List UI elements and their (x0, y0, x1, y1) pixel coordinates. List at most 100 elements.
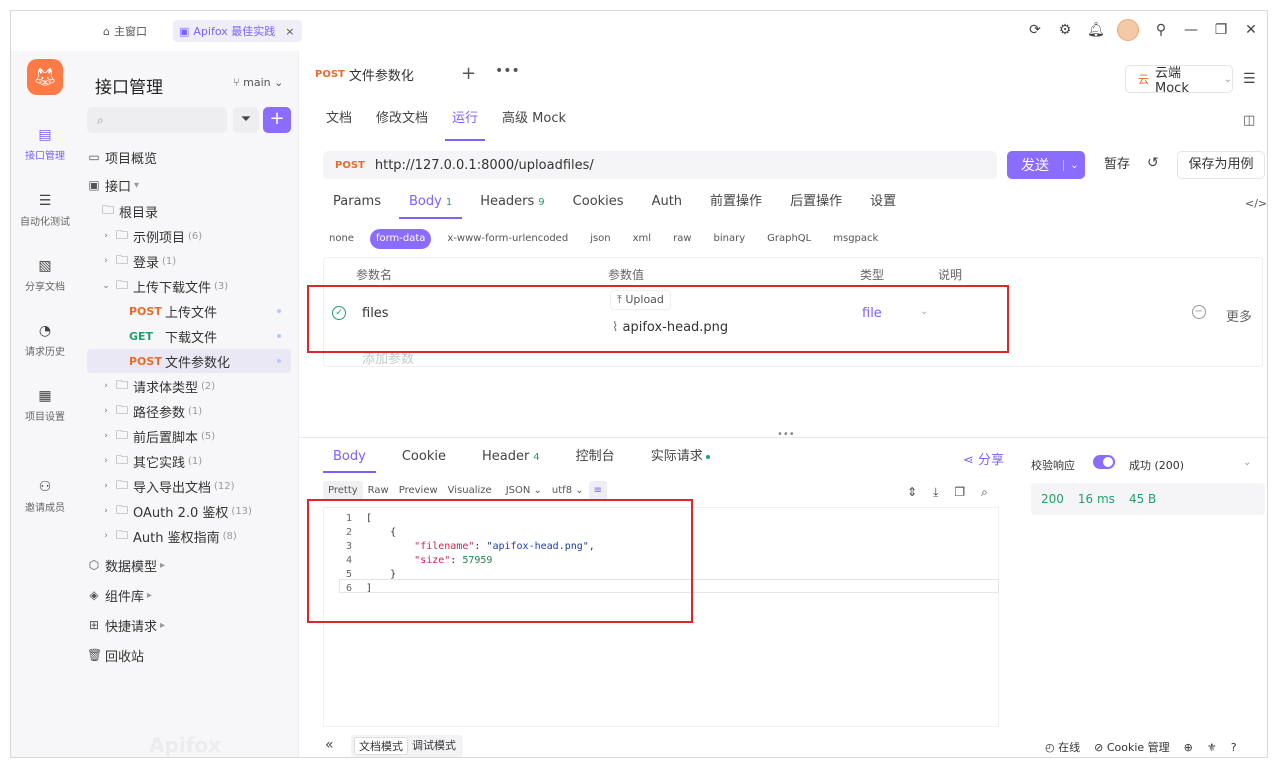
home-tab[interactable]: ⌂ 主窗口 (103, 20, 147, 42)
validate-status[interactable]: 成功 (200) (1129, 457, 1184, 473)
tree-endpoint[interactable]: GET 下载文件 (87, 324, 291, 348)
tab-actual-request[interactable]: 实际请求 (641, 443, 720, 473)
tree-item-overview[interactable]: ▭ 项目概览 (87, 145, 291, 169)
tree-endpoint[interactable]: POST 上传文件 (87, 299, 291, 323)
restore-icon[interactable]: ❐ (1213, 22, 1229, 38)
tab-console[interactable]: 控制台 (566, 443, 625, 473)
more-button[interactable]: 更多 (1226, 306, 1252, 325)
check-circle-icon[interactable]: ✓ (332, 306, 346, 320)
body-type-option[interactable]: json (584, 229, 616, 249)
expand-icon[interactable]: ⇕ (907, 485, 917, 500)
tab-cookies[interactable]: Cookies (563, 189, 634, 219)
tab-response-header[interactable]: Header 4 (472, 443, 550, 473)
cookie-manager[interactable]: ⊘ Cookie 管理 (1094, 739, 1170, 755)
online-status[interactable]: ◴ 在线 (1045, 739, 1080, 755)
close-window-icon[interactable]: ✕ (1243, 22, 1259, 38)
response-body-viewer[interactable]: 1[ 2 { 3 "filename": "apifox-head.png", … (323, 507, 999, 727)
tree-folder[interactable]: › 🗀︎ Auth 鉴权指南 (8) (87, 524, 291, 548)
save-as-case-button[interactable]: 保存为用例 (1177, 151, 1265, 179)
avatar[interactable] (1117, 19, 1139, 41)
tab-headers[interactable]: Headers 9 (470, 189, 554, 219)
tab-response-body[interactable]: Body (323, 443, 376, 473)
send-button[interactable]: 发送 ⌄ (1007, 151, 1085, 179)
shirt-icon[interactable]: ⚜ (1207, 741, 1217, 754)
tab-edit-doc[interactable]: 修改文档 (369, 105, 435, 141)
menu-icon[interactable]: ☰ (1243, 71, 1256, 87)
tree-endpoint-selected[interactable]: POST 文件参数化 (87, 349, 291, 373)
body-type-option[interactable]: x-www-form-urlencoded (441, 229, 574, 249)
mock-selector[interactable]: 云 云端 Mock ⌄ (1125, 65, 1233, 96)
copy-icon[interactable]: ❐ (954, 485, 965, 500)
branch-selector[interactable]: ⑂ main ⌄ (233, 76, 283, 89)
param-name[interactable]: files (362, 306, 389, 321)
view-mode-option[interactable]: Raw (363, 481, 394, 501)
body-type-option[interactable]: raw (667, 229, 697, 249)
tree-folder[interactable]: › 🗀︎ 导入导出文档 (12) (87, 474, 291, 498)
request-tab[interactable]: POST 文件参数化 (307, 59, 443, 91)
search-input[interactable]: ⌕ (87, 107, 227, 133)
body-type-option[interactable]: GraphQL (761, 229, 817, 249)
view-mode-option[interactable]: Preview (394, 481, 443, 501)
tree-item-trash[interactable]: 🗑︎ 回收站 (87, 643, 291, 667)
add-button[interactable]: + (263, 107, 291, 133)
tree-item-root[interactable]: 🗀︎ 根目录 (87, 199, 291, 223)
tab-auth[interactable]: Auth (642, 189, 692, 219)
sidebar-toggle-icon[interactable]: ◫ (1243, 113, 1255, 128)
tree-item-interface[interactable]: ▣ 接口 ▾ (87, 173, 291, 197)
remove-icon[interactable]: − (1192, 305, 1206, 319)
mode-debug[interactable]: 调试模式 (408, 737, 460, 755)
tree-folder[interactable]: › 🗀︎ 前后置脚本 (5) (87, 424, 291, 448)
body-type-option[interactable]: none (323, 229, 360, 249)
tree-folder[interactable]: › 🗀︎ 示例项目 (6) (87, 224, 291, 248)
help-icon[interactable]: ? (1231, 741, 1237, 754)
param-type[interactable]: file (862, 306, 882, 321)
refresh-icon[interactable]: ⟳ (1027, 22, 1043, 38)
code-icon[interactable]: </> (1245, 197, 1267, 210)
add-param-input[interactable]: 添加参数 (362, 348, 414, 367)
upload-button[interactable]: ⤒ Upload (610, 290, 671, 310)
tab-post-ops[interactable]: 后置操作 (780, 189, 852, 219)
close-tab-icon[interactable]: × (285, 25, 294, 38)
rail-item-api[interactable]: ▤ 接口管理 (11, 127, 79, 162)
chevron-down-icon[interactable]: ⌄ (1243, 457, 1251, 468)
tab-params[interactable]: Params (323, 189, 391, 219)
search-icon[interactable]: ⌕ (981, 485, 988, 500)
tab-settings[interactable]: 设置 (860, 189, 906, 219)
tree-item-quick-request[interactable]: ⊞ 快捷请求 ▸ (87, 613, 291, 637)
collapse-icon[interactable]: « (325, 737, 334, 753)
body-type-option[interactable]: xml (627, 229, 657, 249)
tree-folder[interactable]: › 🗀︎ 请求体类型 (2) (87, 374, 291, 398)
filter-button[interactable]: ⏷ (233, 107, 259, 133)
body-type-option-selected[interactable]: form-data (369, 229, 432, 249)
encoding-select[interactable]: utf8 ⌄ (547, 481, 589, 501)
pin-icon[interactable]: ⚲ (1153, 22, 1169, 38)
tab-run[interactable]: 运行 (445, 105, 486, 141)
view-mode-option[interactable]: Pretty (323, 481, 363, 501)
rail-item-invite[interactable]: ⚇ 邀请成员 (11, 479, 79, 514)
tree-folder[interactable]: › 🗀︎ 其它实践 (1) (87, 449, 291, 473)
validate-toggle[interactable] (1093, 455, 1115, 469)
mode-doc[interactable]: 文档模式 (354, 737, 408, 755)
gear-icon[interactable]: ⚙ (1057, 22, 1073, 38)
file-value[interactable]: ⌇ apifox-head.png (612, 320, 728, 335)
bell-icon[interactable]: 🔔︎ (1087, 22, 1105, 38)
new-tab-button[interactable]: + (461, 63, 476, 84)
project-tab[interactable]: ▣ Apifox 最佳实践 × (173, 20, 303, 42)
rail-item-share-doc[interactable]: ▧ 分享文档 (11, 258, 79, 293)
tree-item-data-model[interactable]: ⬡ 数据模型 ▸ (87, 553, 291, 577)
more-icon[interactable]: ••• (495, 63, 520, 79)
tree-item-components[interactable]: ◈ 组件库 ▸ (87, 583, 291, 607)
chevron-down-icon[interactable]: ⌄ (920, 306, 928, 317)
resize-handle[interactable]: ••• (777, 429, 795, 440)
tab-pre-ops[interactable]: 前置操作 (700, 189, 772, 219)
reset-icon[interactable]: ↺ (1147, 155, 1159, 171)
view-mode-option[interactable]: Visualize (443, 481, 497, 501)
chevron-down-icon[interactable]: ⌄ (1063, 159, 1085, 171)
minimize-icon[interactable]: — (1183, 22, 1199, 38)
rail-item-history[interactable]: ◔ 请求历史 (11, 323, 79, 358)
tab-doc[interactable]: 文档 (319, 105, 359, 141)
body-type-option[interactable]: msgpack (827, 229, 884, 249)
rail-item-test[interactable]: ☰ 自动化测试 (11, 193, 79, 228)
tree-folder[interactable]: ⌄ 🗀︎ 上传下载文件 (3) (87, 274, 291, 298)
tree-folder[interactable]: › 🗀︎ OAuth 2.0 鉴权 (13) (87, 499, 291, 523)
